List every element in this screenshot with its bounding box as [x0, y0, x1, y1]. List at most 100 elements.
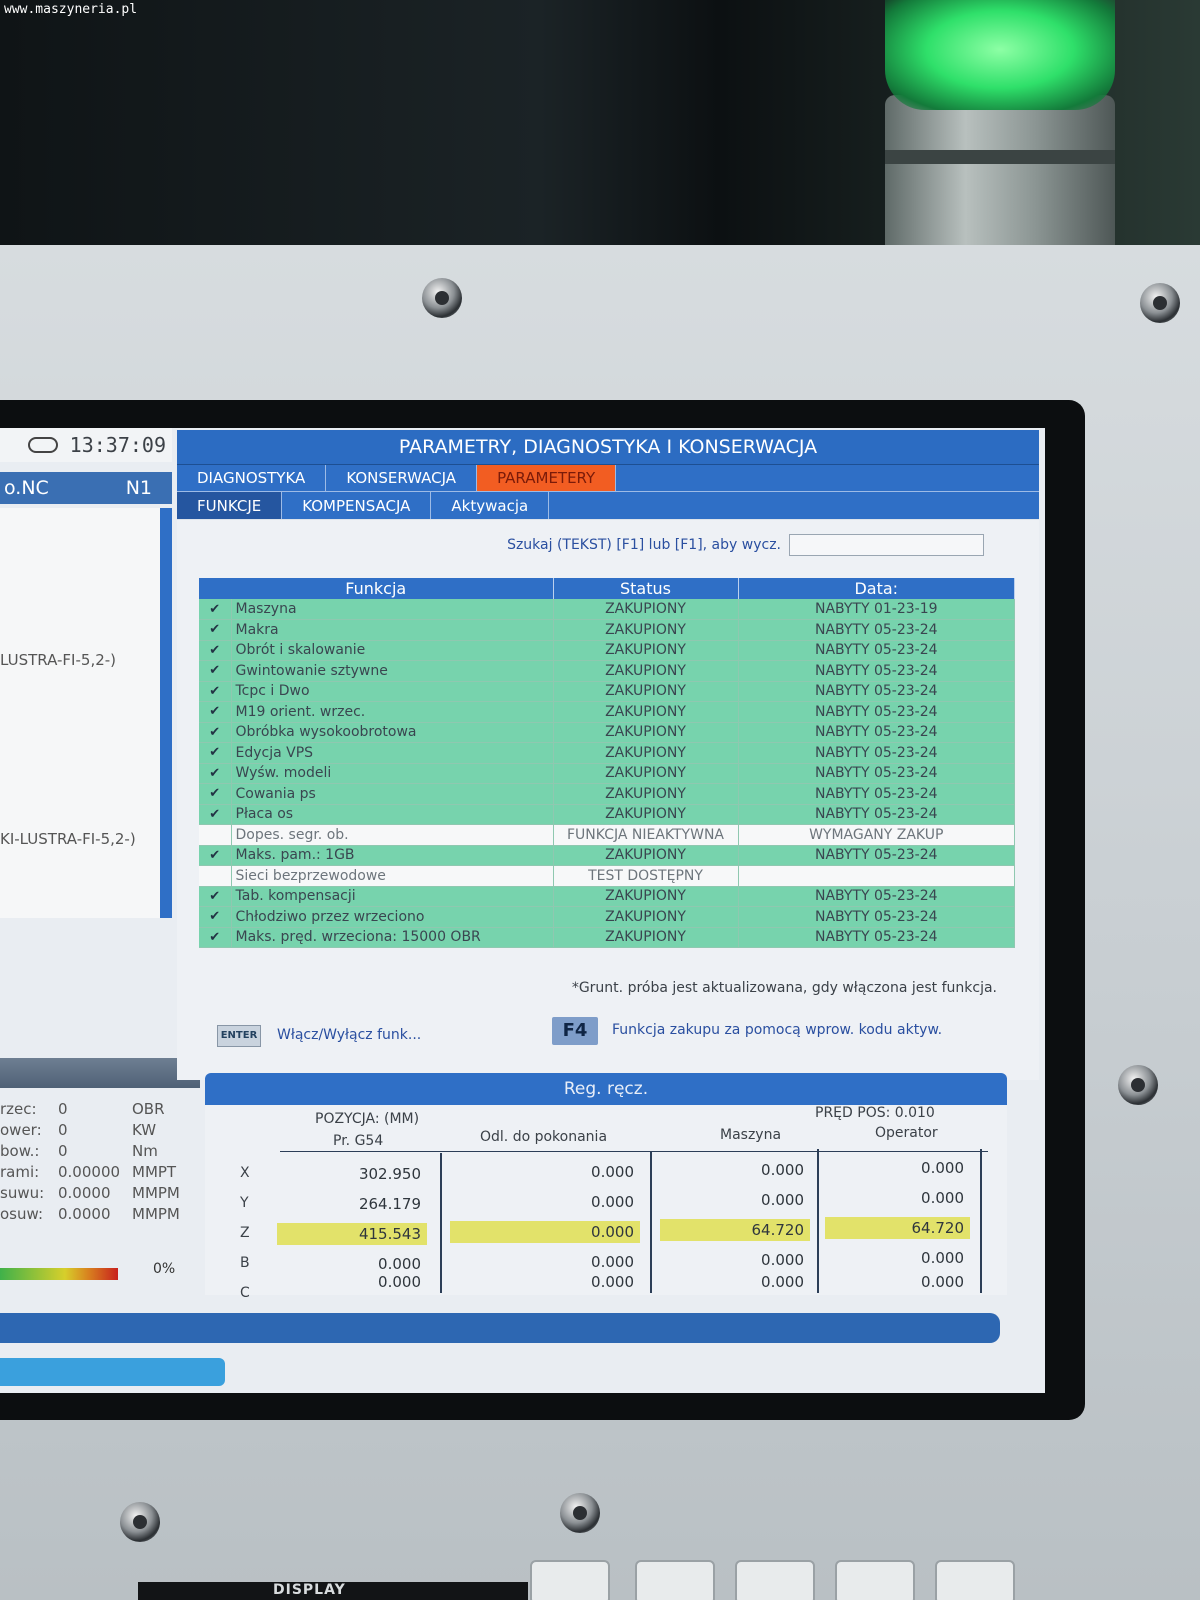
check-icon[interactable]: ✔ [199, 742, 232, 764]
position-value[interactable]: 0.000 [277, 1271, 427, 1293]
search-input[interactable] [789, 534, 984, 556]
position-value[interactable]: 0.000 [825, 1247, 970, 1269]
stack-light-body [885, 95, 1115, 255]
table-row[interactable]: ✔ Maks. pam.: 1GB ZAKUPIONY NABYTY 05-23… [199, 845, 1015, 866]
check-icon[interactable]: ✔ [199, 701, 232, 723]
hardware-key[interactable] [835, 1560, 915, 1600]
function-status: ZAKUPIONY [553, 660, 739, 682]
function-date: NABYTY 05-23-24 [738, 927, 1015, 948]
hardware-key[interactable] [735, 1560, 815, 1600]
table-row[interactable]: Dopes. segr. ob. FUNKCJA NIEAKTYWNA WYMA… [199, 824, 1015, 846]
subtab-aktywacja[interactable]: Aktywacja [431, 492, 550, 519]
axis-label: Y [240, 1195, 249, 1211]
position-value[interactable]: 0.000 [450, 1191, 640, 1213]
check-icon[interactable]: ✔ [199, 640, 232, 661]
check-icon[interactable]: ✔ [199, 783, 232, 805]
table-row[interactable]: Sieci bezprzewodowe TEST DOSTĘPNY [199, 865, 1015, 887]
position-value[interactable]: 0.000 [825, 1157, 970, 1179]
position-value[interactable]: 0.000 [660, 1159, 810, 1181]
program-header[interactable]: o.NC N1 [0, 472, 172, 504]
function-status: TEST DOSTĘPNY [553, 865, 739, 887]
table-row[interactable]: ✔ Gwintowanie sztywne ZAKUPIONY NABYTY 0… [199, 660, 1015, 682]
table-row[interactable]: ✔ Chłodziwo przez wrzeciono ZAKUPIONY NA… [199, 906, 1015, 928]
program-listing[interactable]: LUSTRA-FI-5,2-) KI-LUSTRA-FI-5,2-) [0, 508, 160, 918]
check-icon[interactable] [199, 865, 232, 887]
tab-konserwacja[interactable]: KONSERWACJA [326, 465, 478, 491]
function-date: NABYTY 01-23-19 [738, 599, 1015, 620]
function-status: ZAKUPIONY [553, 722, 739, 743]
search-label: Szukaj (TEKST) [F1] lub [F1], aby wycz. [507, 537, 781, 553]
check-icon[interactable]: ✔ [199, 599, 232, 620]
position-value-highlighted[interactable]: 415.543 [277, 1223, 427, 1245]
subtab-kompensacja[interactable]: KOMPENSACJA [282, 492, 432, 519]
table-row[interactable]: ✔ Obróbka wysokoobrotowa ZAKUPIONY NABYT… [199, 722, 1015, 743]
check-icon[interactable]: ✔ [199, 619, 232, 641]
position-value[interactable]: 0.000 [660, 1249, 810, 1271]
column-header-status[interactable]: Status [553, 578, 739, 599]
table-row[interactable]: ✔ Tcpc i Dwo ZAKUPIONY NABYTY 05-23-24 [199, 681, 1015, 702]
tab-parametery[interactable]: PARAMETERY [477, 465, 617, 491]
function-status: ZAKUPIONY [553, 599, 739, 620]
check-icon[interactable]: ✔ [199, 804, 232, 825]
column-header-funkcja[interactable]: Funkcja [199, 578, 554, 599]
f4-key-button[interactable]: F4 [552, 1017, 598, 1045]
position-value-highlighted[interactable]: 64.720 [825, 1217, 970, 1239]
column-header-g54: Pr. G54 [333, 1133, 384, 1149]
tab-diagnostyka[interactable]: DIAGNOSTYKA [177, 465, 327, 491]
column-header-data[interactable]: Data: [738, 578, 1015, 599]
function-name: Gwintowanie sztywne [231, 660, 554, 682]
line-number: N1 [125, 477, 152, 499]
stack-light-ring [885, 150, 1115, 164]
position-value[interactable]: 264.179 [277, 1193, 427, 1215]
position-value[interactable]: 0.000 [825, 1271, 970, 1293]
functions-content: Szukaj (TEKST) [F1] lub [F1], aby wycz. … [177, 520, 1039, 1080]
position-value[interactable]: 0.000 [450, 1271, 640, 1293]
check-icon[interactable]: ✔ [199, 681, 232, 702]
position-value[interactable]: 302.950 [277, 1163, 427, 1185]
purchase-function-label: Funkcja zakupu za pomocą wprow. kodu akt… [612, 1022, 943, 1038]
position-value[interactable]: 0.000 [660, 1189, 810, 1211]
table-header: Funkcja Status Data: [199, 578, 1015, 599]
function-name: Makra [231, 619, 554, 641]
function-name: Edycja VPS [231, 742, 554, 764]
table-row[interactable]: ✔ Obrót i skalowanie ZAKUPIONY NABYTY 05… [199, 640, 1015, 661]
function-date: NABYTY 05-23-24 [738, 742, 1015, 764]
subtab-funkcje[interactable]: FUNKCJE [177, 492, 283, 519]
table-row[interactable]: ✔ Maszyna ZAKUPIONY NABYTY 01-23-19 [199, 599, 1015, 620]
table-row[interactable]: ✔ Płaca os ZAKUPIONY NABYTY 05-23-24 [199, 804, 1015, 825]
hardware-key[interactable] [530, 1560, 610, 1600]
axis-label: X [240, 1165, 250, 1181]
function-name: Cowania ps [231, 783, 554, 805]
main-panel: PARAMETRY, DIAGNOSTYKA I KONSERWACJA DIA… [177, 430, 1039, 1080]
program-scrollbar[interactable] [160, 508, 172, 918]
check-icon[interactable]: ✔ [199, 927, 232, 948]
enter-key-button[interactable]: ENTER [217, 1025, 261, 1047]
position-units-label: POZYCJA: (MM) [315, 1111, 420, 1127]
check-icon[interactable]: ✔ [199, 660, 232, 682]
search-row: Szukaj (TEKST) [F1] lub [F1], aby wycz. [507, 534, 984, 556]
table-row[interactable]: ✔ Maks. pręd. wrzeciona: 15000 OBR ZAKUP… [199, 927, 1015, 948]
check-icon[interactable]: ✔ [199, 763, 232, 784]
function-name: Obróbka wysokoobrotowa [231, 722, 554, 743]
check-icon[interactable] [199, 824, 232, 846]
table-row[interactable]: ✔ Cowania ps ZAKUPIONY NABYTY 05-23-24 [199, 783, 1015, 805]
check-icon[interactable]: ✔ [199, 722, 232, 743]
position-value[interactable]: 0.000 [825, 1187, 970, 1209]
check-icon[interactable]: ✔ [199, 845, 232, 866]
position-value-highlighted[interactable]: 0.000 [450, 1221, 640, 1243]
check-icon[interactable]: ✔ [199, 886, 232, 907]
hardware-key[interactable] [935, 1560, 1015, 1600]
table-row[interactable]: ✔ Edycja VPS ZAKUPIONY NABYTY 05-23-24 [199, 742, 1015, 764]
position-value[interactable]: 0.000 [450, 1161, 640, 1183]
position-value[interactable]: 0.000 [660, 1271, 810, 1293]
subtab-bar: FUNKCJE KOMPENSACJA Aktywacja [177, 491, 1039, 519]
position-value[interactable]: 0.000 [450, 1251, 640, 1273]
table-row[interactable]: ✔ Makra ZAKUPIONY NABYTY 05-23-24 [199, 619, 1015, 641]
table-row[interactable]: ✔ Tab. kompensacji ZAKUPIONY NABYTY 05-2… [199, 886, 1015, 907]
check-icon[interactable]: ✔ [199, 906, 232, 928]
hardware-key[interactable] [635, 1560, 715, 1600]
table-row[interactable]: ✔ Wyśw. modeli ZAKUPIONY NABYTY 05-23-24 [199, 763, 1015, 784]
function-date: NABYTY 05-23-24 [738, 886, 1015, 907]
position-value-highlighted[interactable]: 64.720 [660, 1219, 810, 1241]
table-row[interactable]: ✔ M19 orient. wrzec. ZAKUPIONY NABYTY 05… [199, 701, 1015, 723]
